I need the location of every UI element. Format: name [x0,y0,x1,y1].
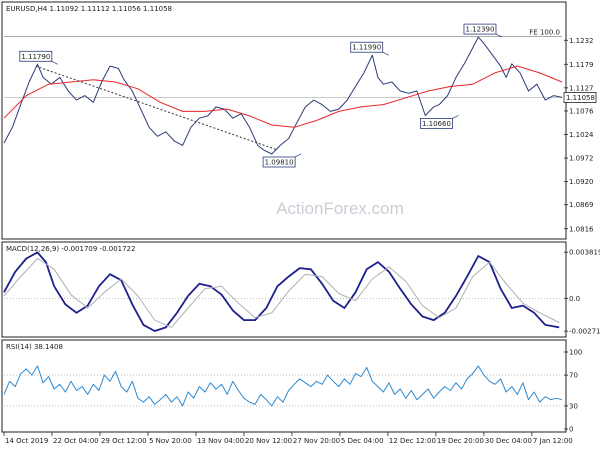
x-tick-label: 5 Nov 20:00 [149,437,192,445]
macd-header: MACD(12,26,9) -0.001709 -0.001722 [6,245,135,253]
y-tick-label: 100 [569,349,582,357]
x-tick-label: 30 Dec 04:00 [485,437,532,445]
y-tick-label: 1.0816 [569,225,594,233]
y-tick-label: 1.1024 [569,131,594,139]
fibo-label: FE 100.0 [529,29,560,37]
annotation-label: 1.11990 [352,44,381,52]
y-tick-label: 0.003819 [569,249,600,257]
y-tick-label: 1.1179 [569,61,594,69]
x-tick-label: 19 Dec 20:00 [437,437,484,445]
macd-panel-frame [1,241,567,338]
y-tick-label: -0.002713 [569,328,600,336]
rsi-header: RSI(14) 38.1408 [6,343,63,351]
y-tick-label: 1.1232 [569,37,594,45]
watermark: ActionForex.com [276,199,404,218]
x-tick-label: 29 Oct 12:00 [101,437,147,445]
x-tick-label: 14 Oct 2019 [5,437,48,445]
annotation-label: 1.11790 [21,53,50,61]
x-tick-label: 13 Nov 04:00 [197,437,244,445]
chart-root: EURUSD,H4 1.11092 1.11112 1.11056 1.1105… [0,0,600,450]
y-tick-label: 0 [569,426,573,434]
x-tick-label: 20 Nov 12:00 [245,437,292,445]
x-tick-label: 12 Dec 12:00 [389,437,436,445]
chart-svg: EURUSD,H4 1.11092 1.11112 1.11056 1.1105… [1,1,600,445]
y-tick-label: 1.0972 [569,155,594,163]
y-tick-label: 1.1076 [569,107,594,115]
x-tick-label: 5 Dec 04:00 [341,437,384,445]
y-tick-label: 0.0 [569,295,580,303]
current-price-label: 1.11058 [566,94,595,102]
y-tick-label: 70 [569,372,578,380]
rsi-panel-frame [1,339,567,433]
y-tick-label: 30 [569,402,578,410]
x-tick-label: 27 Nov 20:00 [293,437,340,445]
y-tick-label: 1.0869 [569,201,594,209]
y-tick-label: 1.0920 [569,178,594,186]
y-tick-label: 1.1127 [569,84,594,92]
x-tick-label: 22 Oct 04:00 [53,437,99,445]
x-tick-label: 7 Jan 12:00 [533,437,573,445]
annotation-label: 1.12390 [465,26,494,34]
price-header: EURUSD,H4 1.11092 1.11112 1.11056 1.1105… [6,5,172,13]
annotation-label: 1.09810 [265,158,294,166]
x-axis: 14 Oct 2019 22 Oct 04:00 29 Oct 12:00 5 Nov… [3,432,573,445]
annotation-label: 1.10660 [422,120,451,128]
